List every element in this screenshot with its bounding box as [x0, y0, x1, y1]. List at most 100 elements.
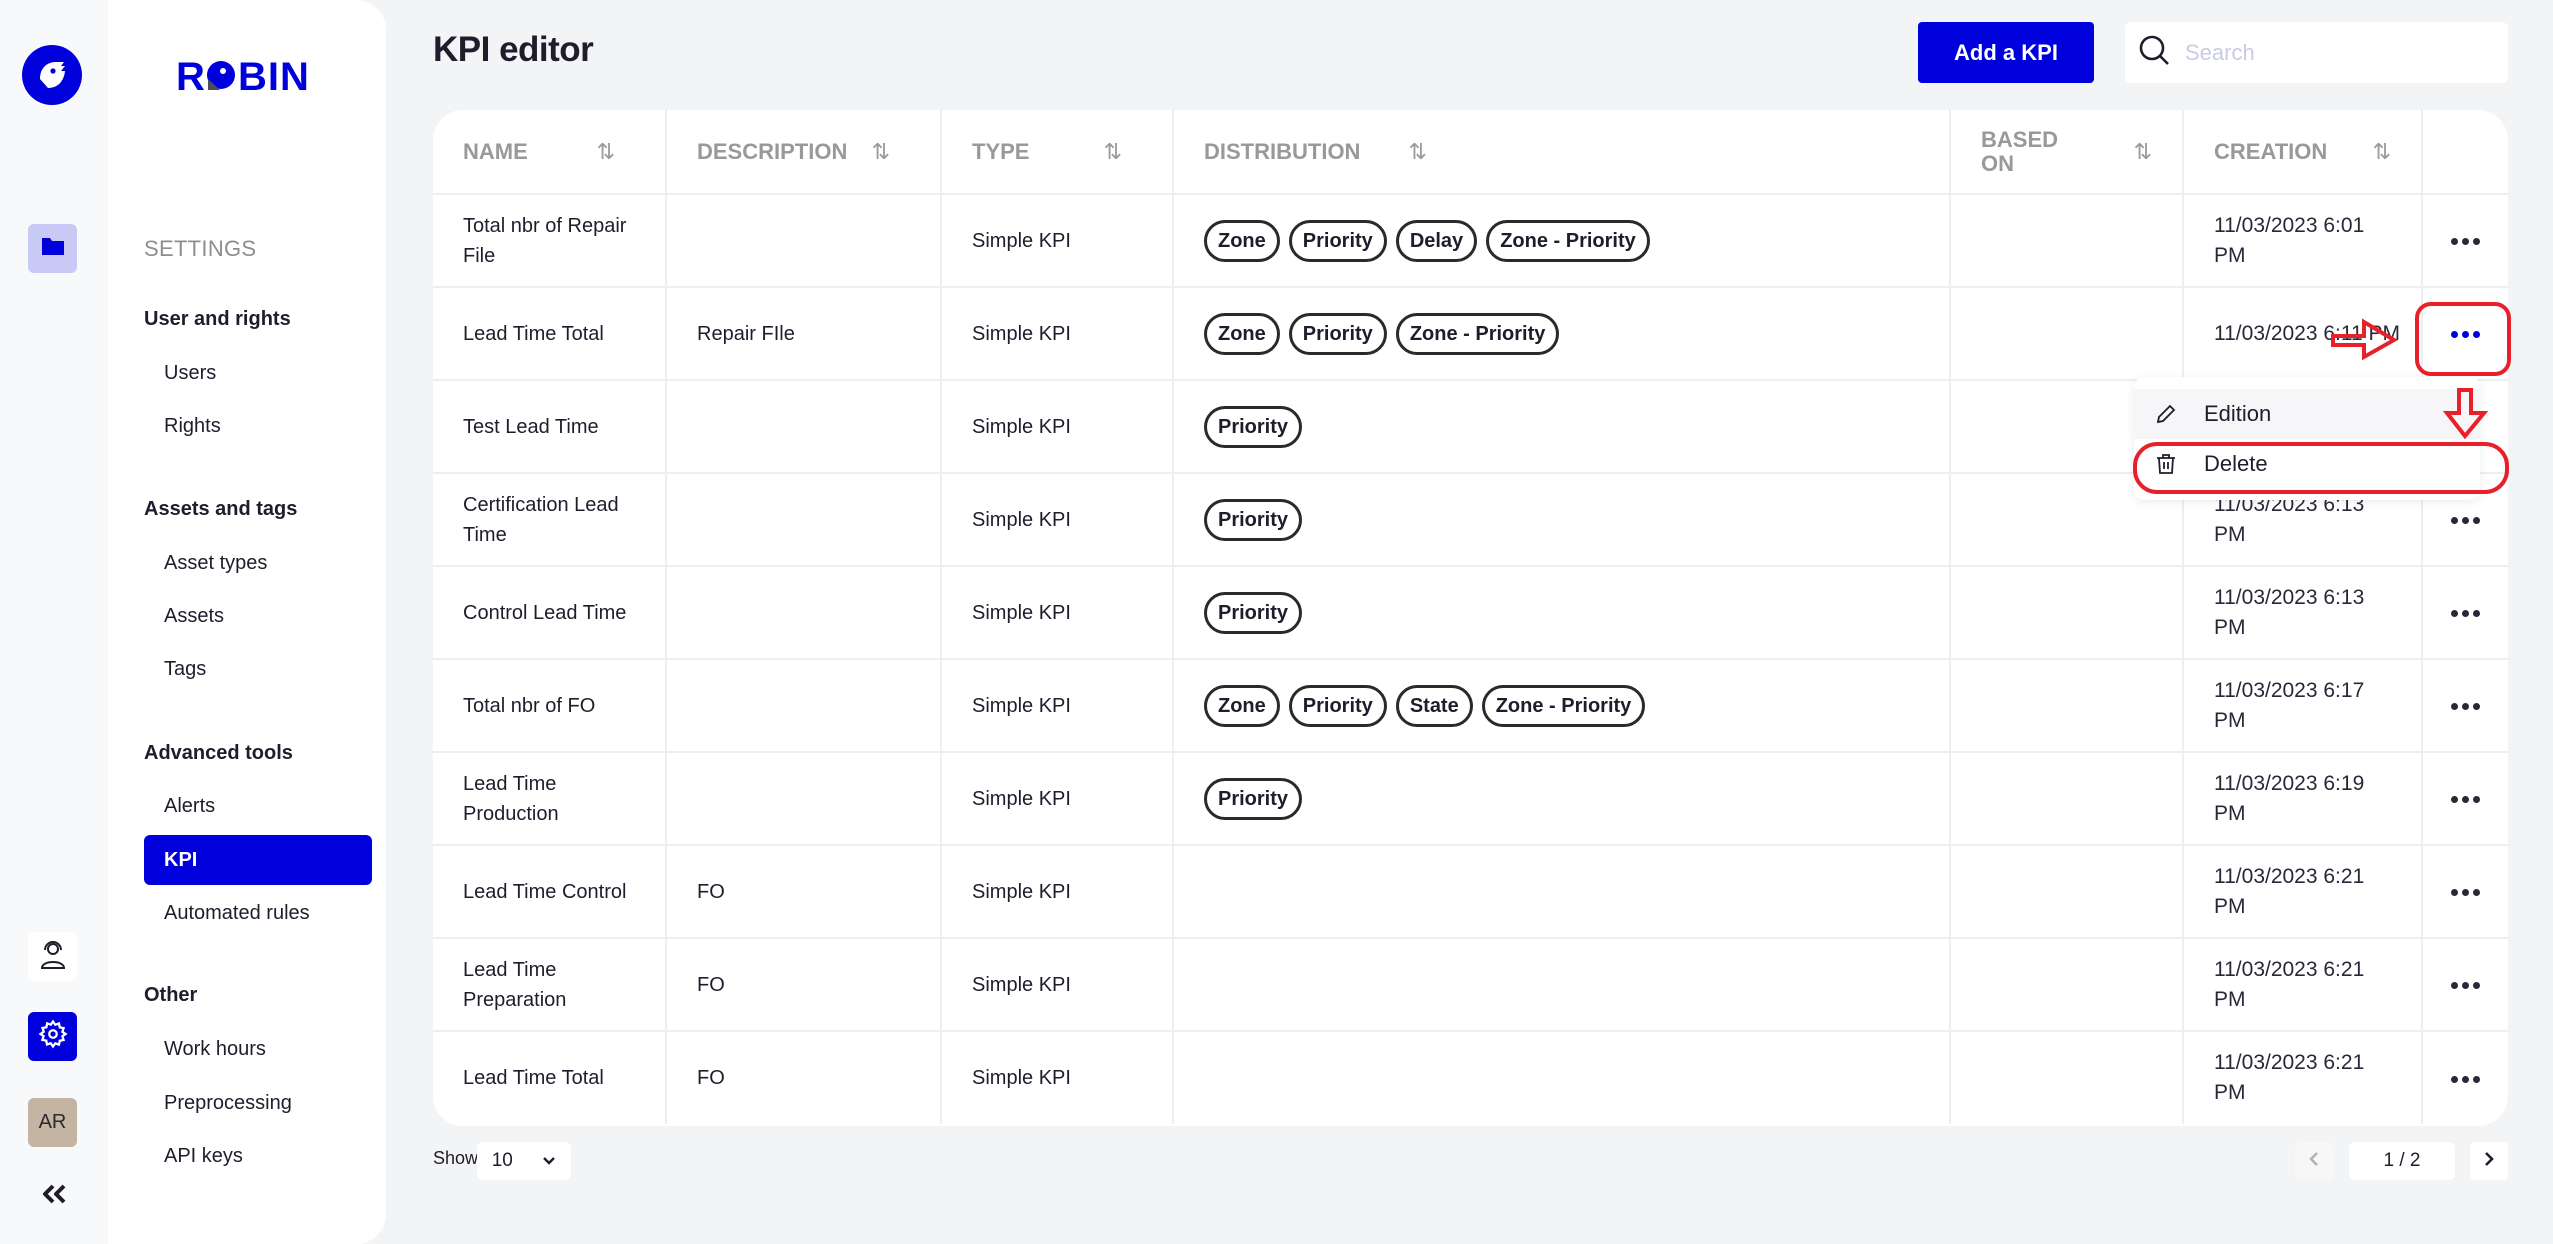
add-kpi-button[interactable]: Add a KPI [1918, 22, 2094, 83]
cell-based-on [1950, 1031, 2184, 1124]
cell-creation: 11/03/2023 6:11 PM [2183, 287, 2423, 381]
table-row[interactable]: Control Lead Time Simple KPI Priority 11/03… [433, 566, 2508, 660]
collapse-sidebar-button[interactable] [34, 1180, 74, 1212]
distribution-chip: Zone - Priority [1395, 312, 1560, 355]
sort-icon[interactable]: ⇅ [2134, 139, 2152, 165]
sidebar-item-kpi[interactable]: KPI [144, 835, 372, 885]
user-avatar[interactable]: AR [28, 1098, 77, 1147]
folder-button[interactable] [28, 224, 77, 273]
previous-page-button[interactable] [2295, 1142, 2333, 1180]
more-options-button[interactable] [2441, 785, 2491, 815]
robin-logo-icon[interactable] [22, 45, 82, 105]
menu-item-label: Edition [2204, 401, 2272, 426]
cell-description [666, 473, 942, 567]
sidebar-item-asset-types[interactable]: Asset types [144, 538, 372, 588]
dot [2473, 610, 2480, 618]
column-header-based-on[interactable]: BASED ON ⇅ [1950, 110, 2184, 195]
sidebar-item-rights[interactable]: Rights [144, 401, 372, 451]
more-options-button[interactable] [2441, 692, 2491, 722]
column-header-distribution[interactable]: DISTRIBUTION ⇅ [1173, 110, 1951, 195]
cell-type: Simple KPI [941, 380, 1174, 474]
distribution-chip: Zone [1204, 219, 1280, 262]
support-agent-icon [39, 938, 67, 975]
table-row[interactable]: Lead Time Total Repair FIle Simple KPI Zone… [433, 287, 2508, 381]
support-button[interactable] [28, 932, 77, 981]
distribution-chip: Zone [1204, 684, 1280, 727]
dot [2451, 889, 2458, 897]
next-page-button[interactable] [2470, 1142, 2508, 1180]
settings-sidebar: R BIN SETTINGS User and rights Users Rig… [108, 0, 386, 1244]
cell-actions [2422, 194, 2508, 288]
sidebar-item-preprocessing[interactable]: Preprocessing [144, 1078, 372, 1128]
dot [2462, 889, 2469, 897]
page-size-label: Show [433, 1148, 479, 1168]
search-input[interactable] [2185, 39, 2485, 66]
sort-icon[interactable]: ⇅ [2373, 139, 2391, 165]
column-header-description[interactable]: DESCRIPTION ⇅ [666, 110, 942, 195]
more-options-button[interactable] [2441, 599, 2491, 629]
sidebar-item-work-hours[interactable]: Work hours [144, 1024, 372, 1074]
dot [2473, 331, 2480, 339]
collapse-chevrons-icon [40, 1183, 68, 1210]
table-row[interactable]: Total nbr of Repair File Simple KPI Zone Pr… [433, 194, 2508, 288]
dot [2473, 703, 2480, 711]
table-header-row: NAME ⇅ DESCRIPTION ⇅ TYPE ⇅ DISTRIBUTION ⇅ B… [433, 110, 2508, 195]
more-options-button[interactable] [2441, 878, 2491, 908]
chevron-down-icon [542, 1150, 556, 1172]
dot [2473, 796, 2480, 804]
icon-rail: AR [0, 0, 108, 1244]
pencil-icon [2154, 402, 2182, 426]
cell-creation: 11/03/2023 6:19 PM [2183, 752, 2423, 846]
menu-item-delete[interactable]: Delete [2134, 439, 2480, 489]
cell-type: Simple KPI [941, 194, 1174, 288]
sidebar-section-title: SETTINGS [144, 236, 257, 261]
column-header-creation[interactable]: CREATION ⇅ [2183, 110, 2423, 195]
sort-icon[interactable]: ⇅ [1104, 139, 1122, 165]
cell-distribution: Zone Priority State Zone - Priority [1173, 659, 1951, 753]
cell-based-on [1950, 659, 2184, 753]
table-row[interactable]: Lead Time Control FO Simple KPI 11/03/2023 … [433, 845, 2508, 939]
dot [2451, 1075, 2458, 1083]
more-options-button[interactable] [2441, 971, 2491, 1001]
menu-item-edition[interactable]: Edition [2134, 389, 2480, 439]
cell-name: Test Lead Time [433, 380, 667, 474]
sidebar-item-assets[interactable]: Assets [144, 591, 372, 641]
table-row[interactable]: Total nbr of FO Simple KPI Zone Priority Sta… [433, 659, 2508, 753]
sidebar-item-tags[interactable]: Tags [144, 644, 372, 694]
more-options-button[interactable] [2441, 320, 2491, 350]
page-indicator: 1 / 2 [2349, 1142, 2455, 1180]
table-row[interactable]: Lead Time Total FO Simple KPI 11/03/2023 6:… [433, 1031, 2508, 1124]
settings-button[interactable] [28, 1012, 77, 1061]
cell-distribution: Zone Priority Zone - Priority [1173, 287, 1951, 381]
cell-name: Certification Lead Time [433, 473, 667, 567]
search-icon [2137, 33, 2171, 72]
table-row[interactable]: Lead Time Preparation FO Simple KPI 11/03/2… [433, 938, 2508, 1032]
nav-group-advanced-tools: Advanced tools [144, 742, 293, 764]
distribution-chip: Zone [1204, 312, 1280, 355]
sidebar-item-alerts[interactable]: Alerts [144, 781, 372, 831]
sidebar-item-users[interactable]: Users [144, 348, 372, 398]
table-row[interactable]: Lead Time Production Simple KPI Priority 11… [433, 752, 2508, 846]
sort-icon[interactable]: ⇅ [597, 139, 615, 165]
cell-based-on [1950, 752, 2184, 846]
cell-type: Simple KPI [941, 1031, 1174, 1124]
sort-icon[interactable]: ⇅ [1408, 139, 1426, 165]
more-options-button[interactable] [2441, 1064, 2491, 1094]
more-options-button[interactable] [2441, 227, 2491, 257]
sidebar-item-api-keys[interactable]: API keys [144, 1131, 372, 1181]
sidebar-item-automated-rules[interactable]: Automated rules [144, 888, 372, 938]
sort-icon[interactable]: ⇅ [872, 139, 890, 165]
cell-creation: 11/03/2023 6:21 PM [2183, 1031, 2423, 1124]
more-options-button[interactable] [2441, 506, 2491, 536]
cell-actions [2422, 566, 2508, 660]
page-size-select[interactable]: 10 [477, 1142, 571, 1180]
cell-creation: 11/03/2023 6:21 PM [2183, 938, 2423, 1032]
search-box[interactable] [2125, 22, 2508, 83]
column-header-type[interactable]: TYPE ⇅ [941, 110, 1174, 195]
cell-description [666, 194, 942, 288]
cell-creation: 11/03/2023 6:13 PM [2183, 566, 2423, 660]
cell-creation: 11/03/2023 6:17 PM [2183, 659, 2423, 753]
cell-actions [2422, 659, 2508, 753]
distribution-chip: Zone - Priority [1486, 219, 1650, 262]
column-header-name[interactable]: NAME ⇅ [433, 110, 667, 195]
